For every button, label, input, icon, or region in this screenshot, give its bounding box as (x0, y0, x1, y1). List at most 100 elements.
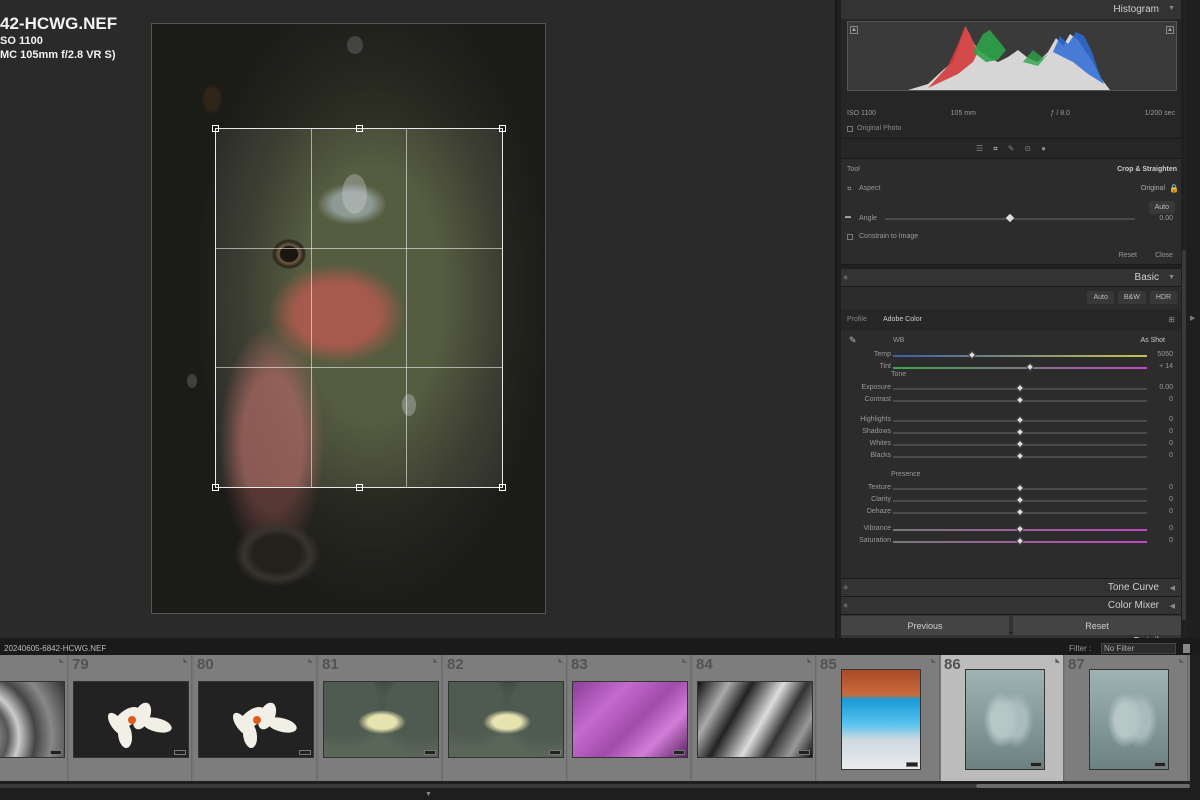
filmstrip-cell[interactable]: 79 ◣ (69, 655, 192, 781)
filmstrip-cell[interactable]: 85 ◣ (817, 655, 940, 781)
crop-handle-top-left[interactable] (212, 125, 219, 132)
slider-shadows[interactable]: Shadows 0 (841, 426, 1181, 438)
section-tone-curve[interactable]: ◉ Tone Curve ◀ (841, 579, 1181, 597)
collapse-filmstrip-icon[interactable]: ▼ (425, 791, 432, 798)
thumbnail[interactable] (323, 681, 439, 758)
filter-dropdown[interactable]: No Filter (1101, 643, 1176, 654)
visibility-icon[interactable]: ◉ (843, 584, 848, 591)
slider-value[interactable]: 5050 (1157, 351, 1173, 358)
angle-value[interactable]: 0.00 (1159, 215, 1173, 222)
slider-track[interactable] (893, 524, 1147, 534)
slider-contrast[interactable]: Contrast 0 (841, 394, 1181, 406)
slider-track[interactable] (893, 483, 1147, 493)
slider-track[interactable] (893, 415, 1147, 425)
thumbnail[interactable] (73, 681, 189, 758)
bw-button[interactable]: B&W (1117, 291, 1146, 304)
crop-handle-bottom-right[interactable] (499, 484, 506, 491)
slider-thumb[interactable] (1015, 439, 1025, 449)
crop-close-button[interactable]: Close (1155, 252, 1173, 259)
hdr-button[interactable]: HDR (1149, 291, 1177, 304)
slider-track[interactable] (893, 427, 1147, 437)
straighten-icon[interactable]: ▬ (845, 214, 851, 220)
slider-texture[interactable]: Texture 0 (841, 482, 1181, 494)
crop-handle-bottom[interactable] (356, 484, 363, 491)
basic-header[interactable]: ◉ Basic ▼ (841, 269, 1181, 287)
thumbnail[interactable] (198, 681, 314, 758)
slider-thumb[interactable] (1025, 362, 1035, 372)
crop-handle-top-right[interactable] (499, 125, 506, 132)
histogram-header[interactable]: Histogram ▼ (841, 0, 1181, 19)
slider-blacks[interactable]: Blacks 0 (841, 450, 1181, 462)
angle-slider[interactable] (885, 213, 1135, 223)
slider-thumb[interactable] (1015, 451, 1025, 461)
slider-exposure[interactable]: Exposure 0.00 (841, 382, 1181, 394)
slider-vibrance[interactable]: Vibrance 0 (841, 523, 1181, 535)
filmstrip-cell[interactable]: 82 ◣ (444, 655, 567, 781)
slider-thumb[interactable] (1015, 395, 1025, 405)
visibility-icon[interactable]: ◉ (843, 602, 848, 609)
slider-value[interactable]: 0 (1169, 440, 1173, 447)
thumbnail[interactable] (1089, 669, 1169, 770)
slider-value[interactable]: 0 (1169, 484, 1173, 491)
slider-dehaze[interactable]: Dehaze 0 (841, 506, 1181, 518)
slider-highlights[interactable]: Highlights 0 (841, 414, 1181, 426)
constrain-checkbox[interactable]: Constrain to Image (847, 233, 918, 240)
slider-value[interactable]: + 14 (1159, 363, 1173, 370)
filmstrip-cell[interactable]: 84 ◣ (693, 655, 816, 781)
filter-lock-icon[interactable] (1183, 644, 1190, 653)
profile-browser-icon[interactable]: ⊞ (1168, 315, 1175, 324)
filmstrip-scroll-thumb[interactable] (976, 784, 1190, 788)
previous-button[interactable]: Previous (841, 616, 1009, 635)
slider-track[interactable] (893, 495, 1147, 505)
slider-track[interactable] (893, 383, 1147, 393)
slider-thumb[interactable] (1015, 524, 1025, 534)
slider-value[interactable]: 0 (1169, 452, 1173, 459)
slider-value[interactable]: 0 (1169, 416, 1173, 423)
thumbnail[interactable] (0, 681, 65, 758)
slider-value[interactable]: 0 (1169, 428, 1173, 435)
slider-thumb[interactable] (1015, 483, 1025, 493)
thumbnail[interactable] (448, 681, 564, 758)
original-photo-toggle[interactable]: Original Photo (847, 125, 901, 132)
crop-handle-top[interactable] (356, 125, 363, 132)
highlight-clipping-icon[interactable]: ▲ (1166, 26, 1174, 34)
healing-icon[interactable]: ✎ (1008, 144, 1015, 153)
basic-auto-button[interactable]: Auto (1087, 291, 1114, 304)
slider-track[interactable] (893, 362, 1147, 372)
masking-icon[interactable]: ● (1041, 144, 1046, 153)
edit-sliders-icon[interactable]: ☰ (976, 144, 983, 153)
slider-value[interactable]: 0 (1169, 396, 1173, 403)
histogram-graph[interactable]: ▲ ▲ (847, 21, 1177, 91)
slider-thumb[interactable] (1015, 507, 1025, 517)
expand-arrow-icon[interactable]: ▶ (1190, 314, 1195, 322)
filmstrip-cell[interactable]: 87 ◣ (1065, 655, 1188, 781)
slider-track[interactable] (893, 439, 1147, 449)
slider-track[interactable] (893, 395, 1147, 405)
filmstrip-cell[interactable]: 83 ◣ (568, 655, 691, 781)
slider-thumb[interactable] (1015, 383, 1025, 393)
slider-whites[interactable]: Whites 0 (841, 438, 1181, 450)
thumbnail[interactable] (965, 669, 1045, 770)
crop-handle-bottom-left[interactable] (212, 484, 219, 491)
slider-thumb[interactable] (1015, 427, 1025, 437)
filmstrip-scrollbar[interactable]: ▼ (0, 781, 1200, 800)
slider-thumb[interactable] (967, 350, 976, 360)
slider-value[interactable]: 0 (1169, 525, 1173, 532)
crop-overlay[interactable] (212, 125, 506, 491)
wb-dropdown[interactable]: As Shot (1140, 337, 1165, 344)
slider-thumb[interactable] (1015, 495, 1025, 505)
slider-value[interactable]: 0 (1169, 508, 1173, 515)
main-photo[interactable] (151, 23, 546, 614)
slider-value[interactable]: 0.00 (1159, 384, 1173, 391)
slider-clarity[interactable]: Clarity 0 (841, 494, 1181, 506)
slider-track[interactable] (893, 350, 1147, 360)
red-eye-icon[interactable]: ⊙ (1024, 144, 1031, 153)
slider-saturation[interactable]: Saturation 0 (841, 535, 1181, 547)
filmstrip-filename[interactable]: 20240605-6842-HCWG.NEF (4, 644, 106, 653)
slider-value[interactable]: 0 (1169, 537, 1173, 544)
filmstrip-cell[interactable]: 81 ◣ (319, 655, 442, 781)
shadow-clipping-icon[interactable]: ▲ (850, 26, 858, 34)
angle-auto-button[interactable]: Auto (1148, 201, 1175, 214)
filmstrip-cell[interactable]: ◣ (0, 655, 68, 781)
slider-thumb[interactable] (1015, 536, 1025, 546)
